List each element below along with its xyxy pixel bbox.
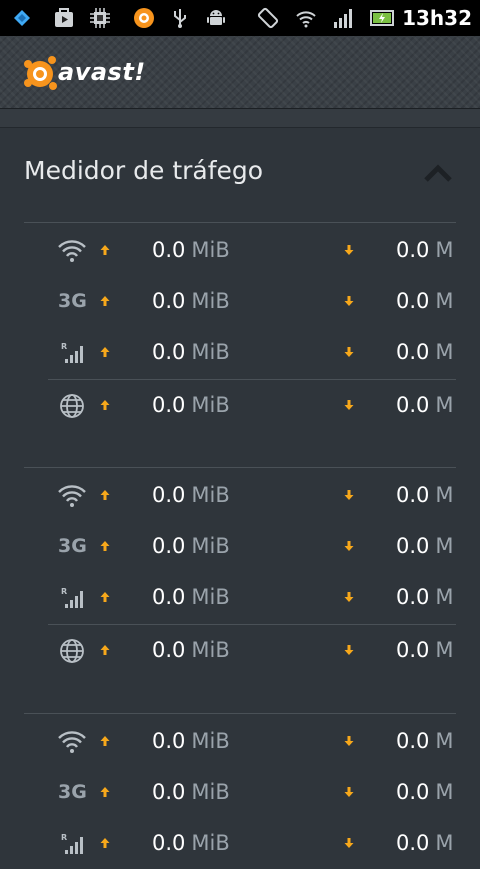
download-value: 0.0 M	[396, 340, 454, 364]
upload-value: 0.0 MiB	[152, 729, 230, 753]
traffic-row-roaming: R 0.0 MiB 0.0 M	[0, 573, 480, 623]
header-divider	[0, 109, 480, 128]
group-divider	[24, 713, 456, 714]
download-arrow-icon	[344, 400, 354, 410]
traffic-row-3g: 3G 0.0 MiB 0.0 M	[0, 768, 480, 818]
download-arrow-icon	[344, 245, 354, 255]
download-value: 0.0 M	[396, 585, 454, 609]
upload-value: 0.0 MiB	[152, 780, 230, 804]
avast-logo-icon	[24, 56, 57, 90]
upload-value: 0.0 MiB	[152, 393, 230, 417]
download-arrow-icon	[344, 645, 354, 655]
roaming-signal-icon: R	[61, 587, 83, 608]
foursquare-icon	[14, 10, 30, 26]
group-divider	[24, 467, 456, 468]
traffic-row-3g: 3G 0.0 MiB 0.0 M	[0, 522, 480, 572]
wifi-icon	[58, 240, 86, 262]
upload-value: 0.0 MiB	[152, 289, 230, 313]
upload-arrow-icon	[100, 347, 110, 357]
usb-icon	[174, 9, 186, 28]
traffic-row-3g: 3G 0.0 MiB 0.0 M	[0, 277, 480, 327]
traffic-row-roaming: R 0.0 MiB 0.0 M	[0, 819, 480, 869]
download-arrow-icon	[344, 347, 354, 357]
download-arrow-icon	[344, 541, 354, 551]
chevron-up-icon[interactable]	[418, 158, 458, 188]
android-debug-icon	[207, 10, 225, 25]
upload-value: 0.0 MiB	[152, 585, 230, 609]
app-logo-text: avast!	[58, 58, 146, 86]
download-value: 0.0 M	[396, 238, 454, 262]
group-divider	[24, 222, 456, 223]
traffic-row-roaming: R 0.0 MiB 0.0 M	[0, 328, 480, 378]
upload-arrow-icon	[100, 838, 110, 848]
traffic-row-total: 0.0 MiB 0.0 M	[0, 381, 480, 431]
upload-value: 0.0 MiB	[152, 340, 230, 364]
download-value: 0.0 M	[396, 534, 454, 558]
upload-value: 0.0 MiB	[152, 831, 230, 855]
traffic-row-wifi: 0.0 MiB 0.0 M	[0, 471, 480, 521]
status-bar: 13h32	[0, 0, 480, 36]
traffic-row-wifi: 0.0 MiB 0.0 M	[0, 717, 480, 767]
download-value: 0.0 M	[396, 780, 454, 804]
upload-arrow-icon	[100, 736, 110, 746]
play-store-icon	[55, 8, 73, 27]
screen-rotate-icon	[257, 7, 279, 29]
globe-icon	[60, 639, 84, 663]
upload-arrow-icon	[100, 787, 110, 797]
avast-notification-icon	[134, 8, 154, 28]
cell-signal-icon	[334, 9, 352, 28]
upload-arrow-icon	[100, 296, 110, 306]
upload-value: 0.0 MiB	[152, 483, 230, 507]
download-arrow-icon	[344, 592, 354, 602]
wifi-icon	[58, 485, 86, 507]
app-header: avast!	[0, 36, 480, 109]
download-arrow-icon	[344, 838, 354, 848]
download-value: 0.0 M	[396, 483, 454, 507]
download-value: 0.0 M	[396, 289, 454, 313]
download-arrow-icon	[344, 490, 354, 500]
3g-label: 3G	[58, 781, 87, 803]
upload-value: 0.0 MiB	[152, 238, 230, 262]
upload-arrow-icon	[100, 400, 110, 410]
download-arrow-icon	[344, 787, 354, 797]
status-clock: 13h32	[402, 6, 472, 30]
download-arrow-icon	[344, 736, 354, 746]
cpu-icon	[90, 8, 110, 28]
traffic-row-total: 0.0 MiB 0.0 M	[0, 626, 480, 676]
globe-icon	[60, 394, 84, 418]
upload-arrow-icon	[100, 490, 110, 500]
upload-value: 0.0 MiB	[152, 638, 230, 662]
svg-text:R: R	[61, 342, 67, 351]
traffic-row-wifi: 0.0 MiB 0.0 M	[0, 226, 480, 276]
download-value: 0.0 M	[396, 729, 454, 753]
3g-label: 3G	[58, 535, 87, 557]
download-value: 0.0 M	[396, 393, 454, 417]
upload-arrow-icon	[100, 541, 110, 551]
download-value: 0.0 M	[396, 831, 454, 855]
svg-text:R: R	[61, 833, 67, 842]
roaming-signal-icon: R	[61, 342, 83, 363]
upload-arrow-icon	[100, 645, 110, 655]
svg-text:R: R	[61, 587, 67, 596]
upload-arrow-icon	[100, 245, 110, 255]
download-value: 0.0 M	[396, 638, 454, 662]
wifi-icon	[296, 11, 316, 28]
battery-charging-icon	[370, 10, 394, 26]
total-divider	[48, 379, 456, 380]
upload-arrow-icon	[100, 592, 110, 602]
download-arrow-icon	[344, 296, 354, 306]
total-divider	[48, 624, 456, 625]
upload-value: 0.0 MiB	[152, 534, 230, 558]
section-title: Medidor de tráfego	[24, 156, 264, 185]
wifi-icon	[58, 731, 86, 753]
3g-label: 3G	[58, 290, 87, 312]
